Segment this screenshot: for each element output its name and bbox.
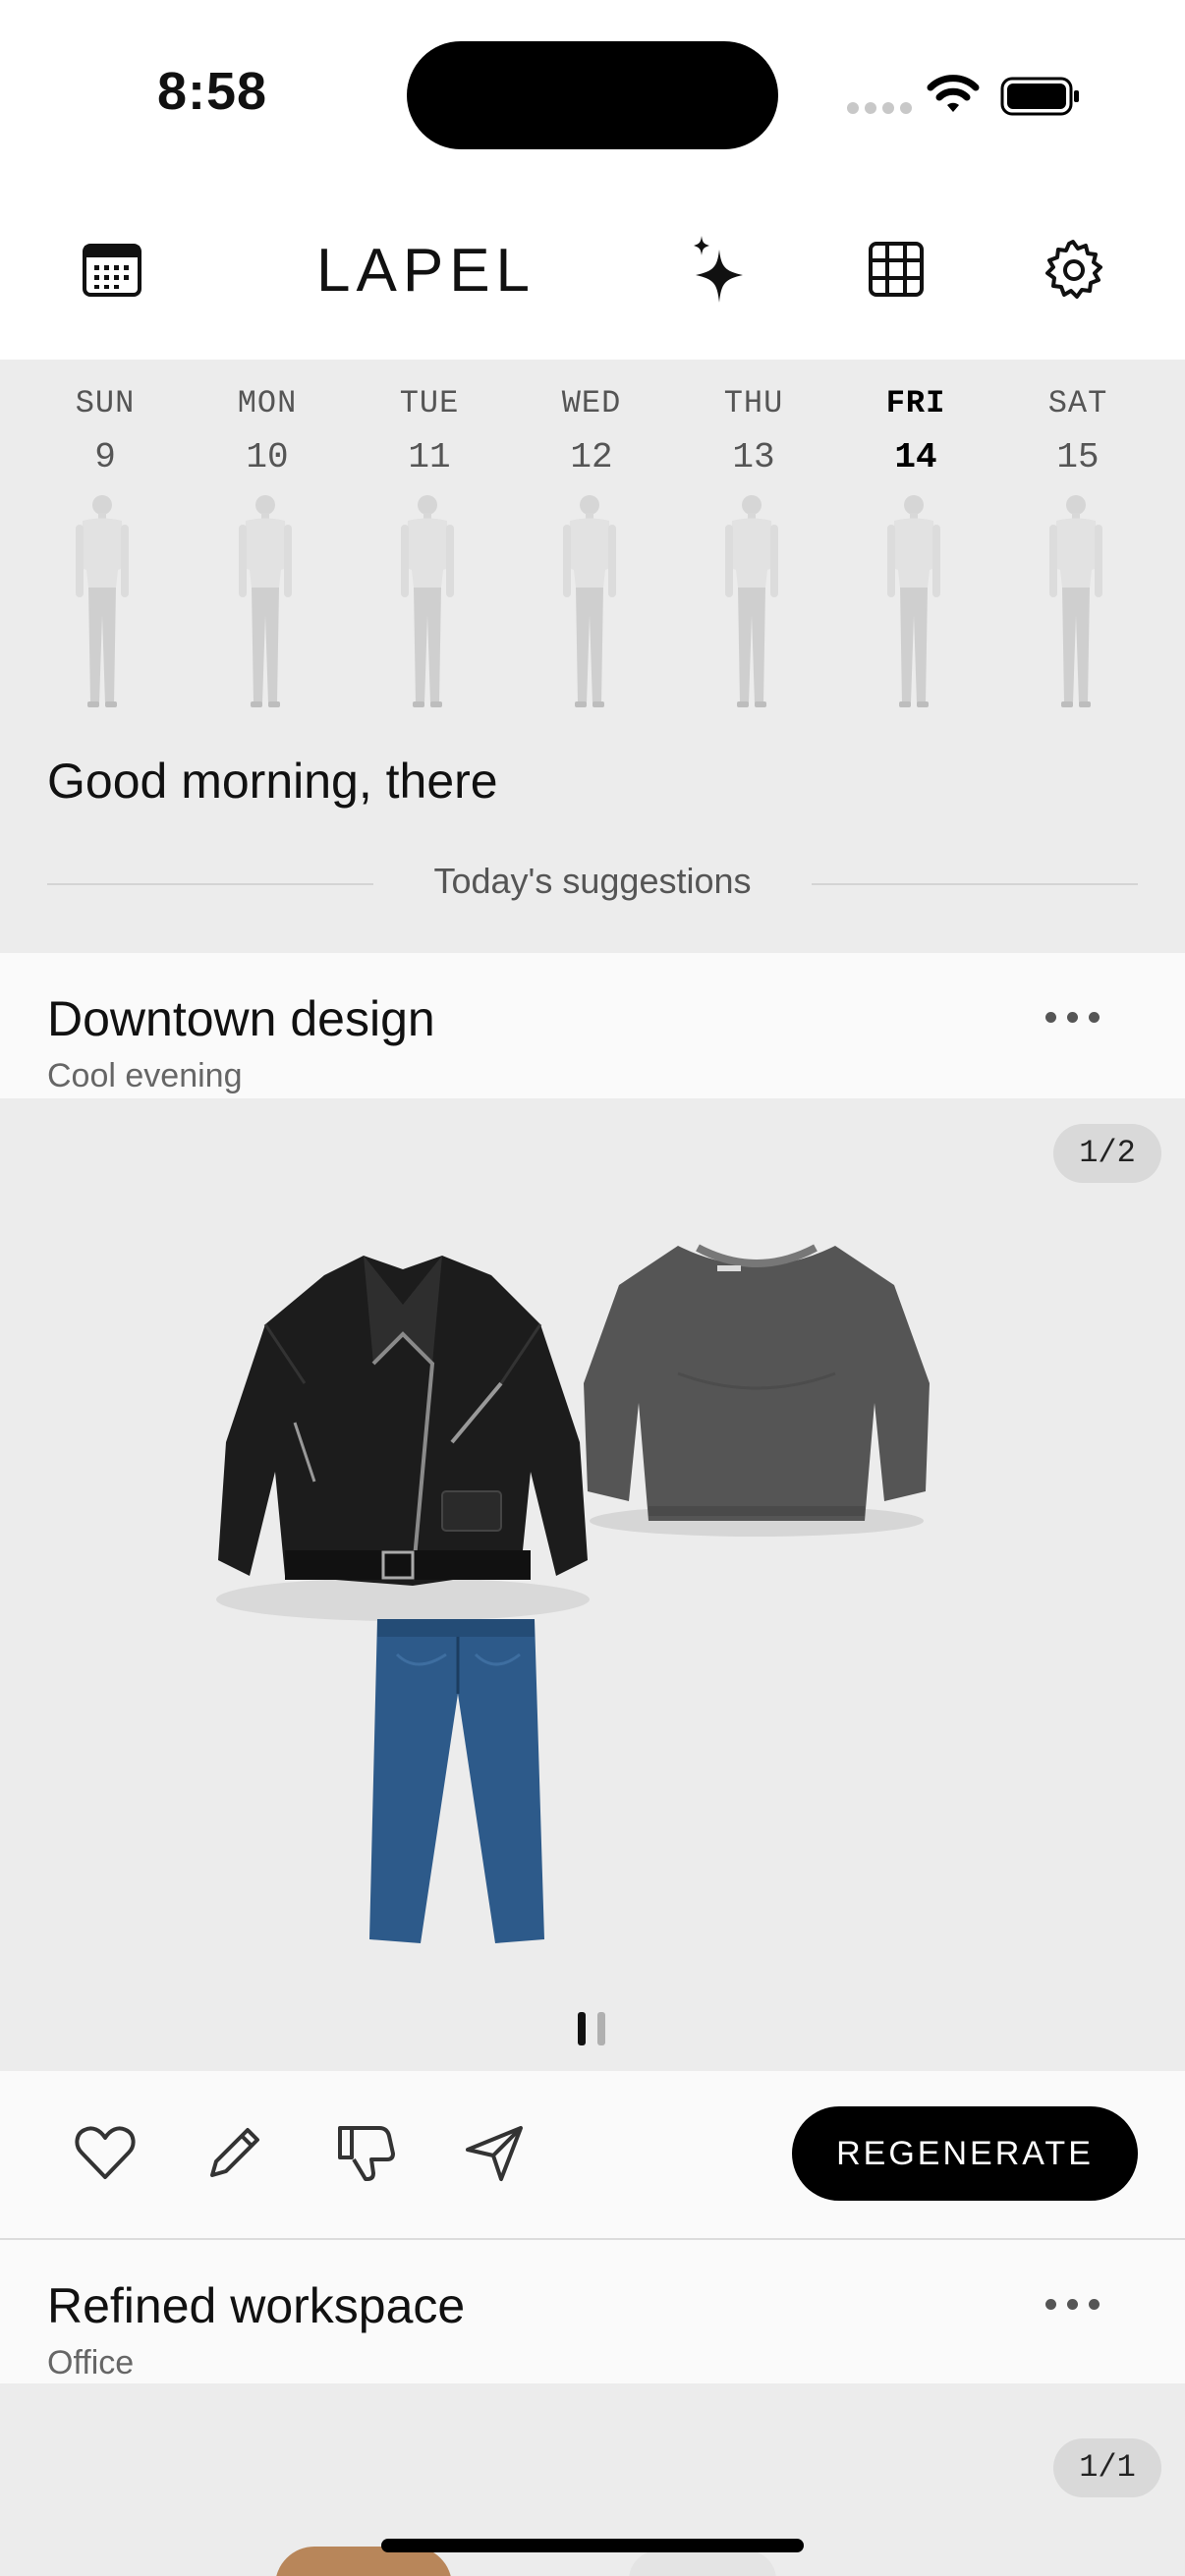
thumbs-down-icon[interactable] xyxy=(332,2120,397,2185)
day-name: THU xyxy=(723,385,784,421)
day-name: TUE xyxy=(399,385,460,421)
more-options-button[interactable] xyxy=(1044,2295,1102,2315)
day-sat[interactable]: SAT 15 xyxy=(1019,385,1137,477)
more-options-button[interactable] xyxy=(1044,1008,1102,1028)
day-name: FRI xyxy=(885,385,946,421)
carousel-dot xyxy=(597,2012,605,2045)
day-number: 11 xyxy=(408,437,451,477)
day-name: SUN xyxy=(75,385,136,421)
day-name: MON xyxy=(237,385,298,421)
white-shirt-image xyxy=(629,2550,776,2576)
status-time: 8:58 xyxy=(157,62,268,121)
day-number: 12 xyxy=(570,437,613,477)
battery-icon xyxy=(1000,77,1079,116)
gear-icon[interactable] xyxy=(1042,238,1104,301)
brand-logo: LAPEL xyxy=(316,237,536,305)
wifi-icon xyxy=(927,75,980,112)
outfit-figure[interactable] xyxy=(1037,491,1115,709)
day-number: 10 xyxy=(246,437,289,477)
dynamic-island xyxy=(407,41,778,149)
day-number: 13 xyxy=(732,437,775,477)
outfit-figure[interactable] xyxy=(388,491,467,709)
outfit-title: Downtown design xyxy=(47,991,435,1046)
calendar-icon[interactable] xyxy=(81,238,143,301)
day-number: 9 xyxy=(94,437,116,477)
cellular-signal-icon xyxy=(847,102,912,114)
greeting-heading: Good morning, there xyxy=(47,754,498,809)
outfit-figure[interactable] xyxy=(550,491,629,709)
regenerate-button[interactable]: REGENERATE xyxy=(792,2106,1138,2201)
outfit-figure[interactable] xyxy=(226,491,305,709)
pager-badge: 1/2 xyxy=(1053,1124,1161,1183)
day-fri[interactable]: FRI 14 xyxy=(857,385,975,477)
outfit-figure[interactable] xyxy=(875,491,953,709)
day-name: SAT xyxy=(1047,385,1108,421)
day-number: 15 xyxy=(1056,437,1100,477)
edit-pencil-icon[interactable] xyxy=(202,2120,267,2185)
pager-badge: 1/1 xyxy=(1053,2438,1161,2497)
blue-jeans-image xyxy=(369,1619,544,1943)
top-nav xyxy=(0,187,1185,360)
sparkle-icon[interactable] xyxy=(686,234,753,305)
grid-icon[interactable] xyxy=(865,238,928,301)
status-bar: 8:58 xyxy=(0,0,1185,187)
send-icon[interactable] xyxy=(462,2120,527,2185)
outfit-subtitle: Office xyxy=(47,2344,135,2381)
home-indicator xyxy=(381,2539,804,2552)
outfit-title: Refined workspace xyxy=(47,2278,466,2333)
day-name: WED xyxy=(561,385,622,421)
day-number: 14 xyxy=(894,437,937,477)
carousel-dot-active xyxy=(578,2012,586,2045)
day-tue[interactable]: TUE 11 xyxy=(370,385,488,477)
day-sun[interactable]: SUN 9 xyxy=(46,385,164,477)
outfit-figure[interactable] xyxy=(63,491,141,709)
grey-sweater-image xyxy=(584,1244,930,1537)
outfit-subtitle: Cool evening xyxy=(47,1057,243,1094)
section-label: Today's suggestions xyxy=(433,861,752,901)
outfit-figure[interactable] xyxy=(712,491,791,709)
day-thu[interactable]: THU 13 xyxy=(695,385,813,477)
leather-jacket-image xyxy=(216,1256,590,1621)
heart-icon[interactable] xyxy=(73,2120,138,2185)
day-wed[interactable]: WED 12 xyxy=(533,385,650,477)
day-mon[interactable]: MON 10 xyxy=(208,385,326,477)
outfit-image[interactable]: 1/2 xyxy=(0,1098,1185,2071)
